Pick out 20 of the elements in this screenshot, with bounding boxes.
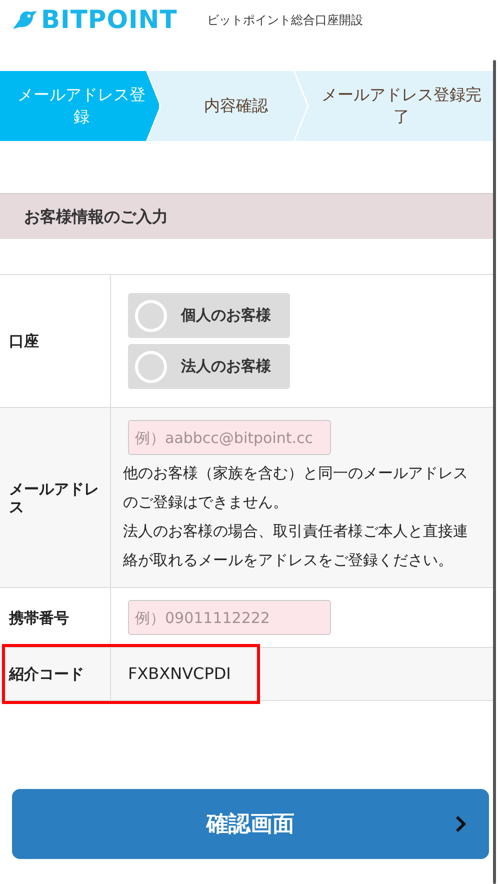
radio-option[interactable]: 個人のお客様 (128, 293, 290, 338)
note-text: 他のお客様（家族を含む）と同一のメールアドレスのご登録はできません。 (123, 463, 469, 513)
section-heading: お客様情報のご入力 (0, 193, 494, 239)
radio-button[interactable] (135, 350, 167, 382)
radio-button[interactable] (135, 300, 167, 332)
chevron-right-icon (455, 815, 467, 833)
bird-logo-icon (12, 9, 38, 31)
note-text: 法人のお客様の場合、取引責任者様ご本人と直接連絡が取れるメールをアドレスをご登録ください。 (123, 521, 469, 571)
row-label: 口座 (0, 275, 111, 407)
row-label: 携帯番号 (0, 588, 111, 647)
submit-button[interactable]: 確認画面 (12, 789, 489, 859)
radio-option[interactable]: 法人のお客様 (128, 344, 290, 389)
page-title: ビットポイント総合口座開設 (207, 12, 363, 29)
scrollbar[interactable] (493, 60, 496, 884)
row-label: メールアドレス (0, 408, 111, 587)
logo-text: BITPOINT (41, 4, 178, 36)
text-input-field[interactable]: 例）aabbcc@bitpoint.cc (128, 420, 331, 455)
referral-code-value: FXBXNVCPDI (127, 663, 232, 685)
text-input-field[interactable]: 例）09011112222 (128, 600, 331, 635)
row-label: 紹介コード (0, 648, 111, 700)
